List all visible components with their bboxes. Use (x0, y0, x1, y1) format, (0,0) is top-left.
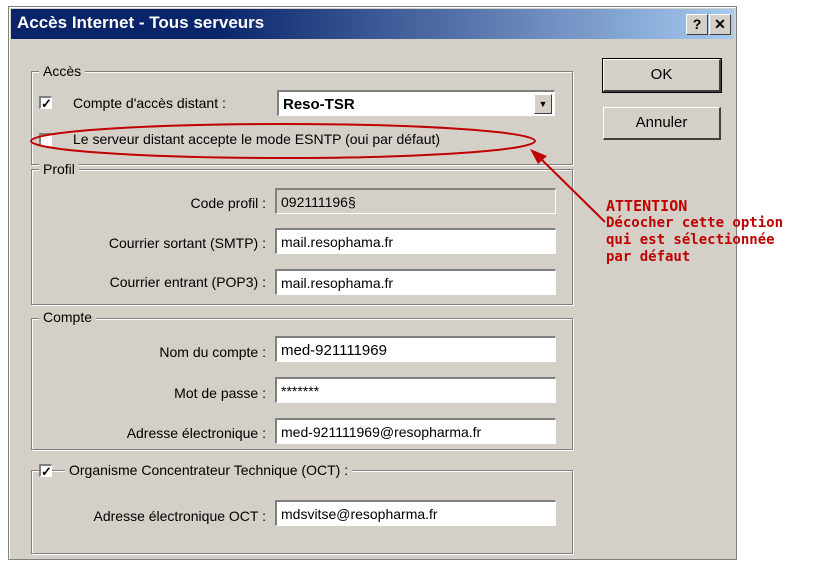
oct-label[interactable]: Organisme Concentrateur Technique (OCT) … (65, 462, 353, 478)
annotation-line-2: qui est sélectionnée (606, 232, 775, 248)
password-field[interactable]: ******* (275, 377, 556, 403)
account-name-field[interactable]: med-921111969 (275, 336, 556, 362)
remote-account-checkbox[interactable]: ✓ (39, 96, 52, 110)
title-bar[interactable]: Accès Internet - Tous serveurs ? ✕ (11, 9, 734, 39)
compte-legend: Compte (39, 309, 97, 325)
acces-legend: Accès (39, 63, 86, 79)
window-title: Accès Internet - Tous serveurs (17, 13, 265, 32)
cancel-button[interactable]: Annuler (603, 107, 721, 140)
annotation-line-1: Décocher cette option (606, 215, 784, 231)
esntp-label[interactable]: Le serveur distant accepte le mode ESNTP… (73, 131, 440, 147)
annotation-text: ATTENTION Décocher cette option qui est … (606, 198, 783, 266)
email-label: Adresse électronique : (126, 425, 266, 441)
pop3-field[interactable]: mail.resophama.fr (275, 269, 556, 295)
esntp-checkbox[interactable] (39, 133, 52, 146)
annotation-line-3: par défaut (606, 249, 691, 265)
smtp-field[interactable]: mail.resophama.fr (275, 228, 556, 254)
remote-account-value: Reso-TSR (283, 96, 355, 113)
remote-account-combo[interactable]: Reso-TSR ▼ (277, 90, 555, 116)
account-name-label: Nom du compte : (159, 344, 266, 360)
annotation-title: ATTENTION (606, 197, 688, 215)
close-button[interactable]: ✕ (709, 14, 731, 35)
password-label: Mot de passe : (174, 385, 266, 401)
smtp-label: Courrier sortant (SMTP) : (108, 235, 266, 251)
code-profil-label: Code profil : (190, 195, 266, 211)
profil-legend: Profil (39, 161, 79, 177)
pop3-label: Courrier entrant (POP3) : (109, 274, 266, 290)
oct-checkbox[interactable]: ✓ (39, 464, 52, 478)
email-field[interactable]: med-921111969@resopharma.fr (275, 418, 556, 444)
oct-email-field[interactable]: mdsvitse@resopharma.fr (275, 500, 556, 526)
dialog-window: Accès Internet - Tous serveurs ? ✕ OK An… (8, 6, 737, 560)
acces-group (31, 71, 573, 165)
ok-button[interactable]: OK (602, 58, 722, 93)
oct-email-label: Adresse électronique OCT : (93, 508, 267, 524)
chevron-down-icon[interactable]: ▼ (534, 94, 552, 114)
help-button[interactable]: ? (686, 14, 708, 35)
code-profil-field: 092111196§ (275, 188, 556, 214)
remote-account-label: Compte d'accès distant : (73, 95, 226, 111)
